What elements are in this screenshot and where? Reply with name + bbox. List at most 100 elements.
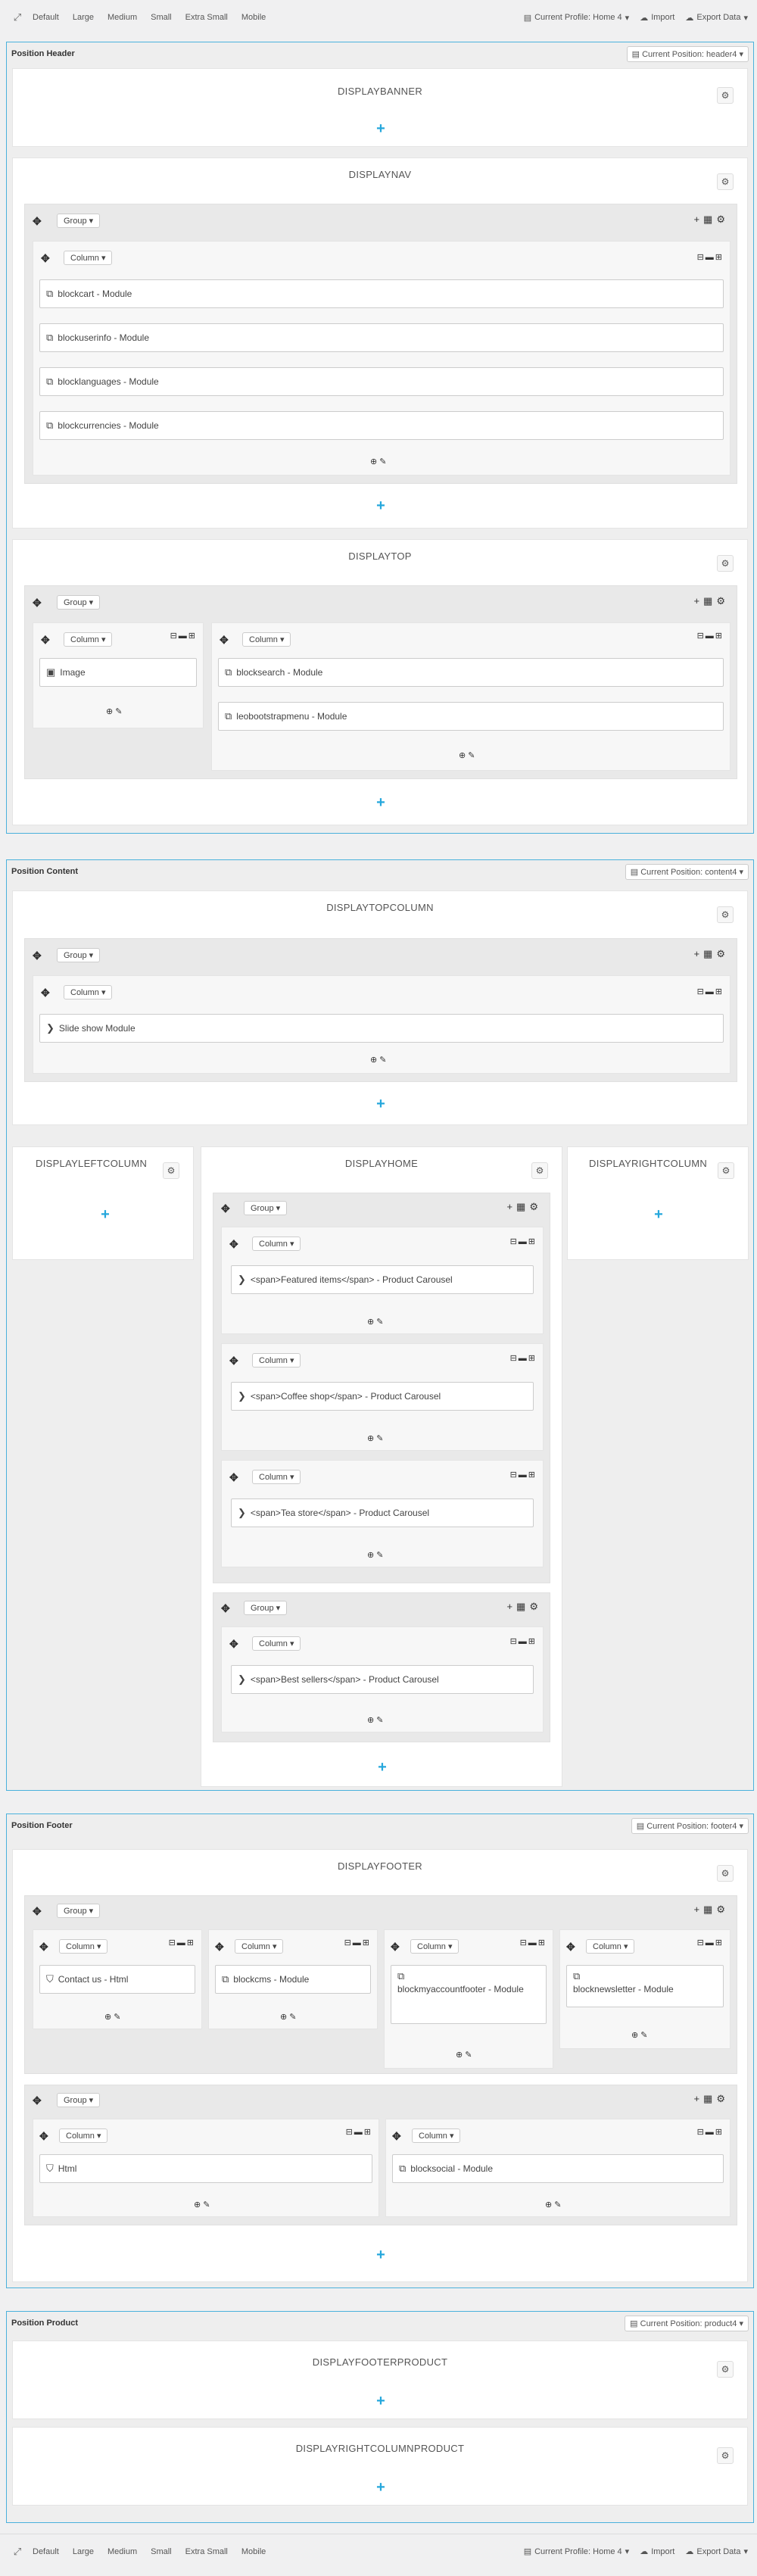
move-icon[interactable]: ✥ — [229, 1471, 238, 1484]
column-dropdown[interactable]: Column ▾ — [235, 1939, 284, 1954]
gear-icon[interactable]: ⚙ — [717, 2447, 734, 2464]
gear-icon[interactable]: ⚙ — [717, 87, 734, 104]
gear-icon[interactable]: ⚙ — [531, 1162, 548, 1179]
profile-dropdown[interactable]: ▤ Current Profile: Home 4 ▾ — [524, 13, 629, 23]
column-tools[interactable]: ⊟▬⊞ — [520, 1938, 547, 1948]
gear-icon[interactable]: ⚙ — [717, 1865, 734, 1882]
move-icon[interactable]: ✥ — [392, 2130, 401, 2143]
device-default-button[interactable]: Default — [26, 2534, 66, 2569]
add-group-icon[interactable]: + — [373, 2247, 388, 2264]
move-icon[interactable]: ✥ — [229, 1238, 238, 1251]
column-dropdown[interactable]: Column ▾ — [412, 2128, 461, 2143]
column-tools[interactable]: ⊟▬⊞ — [697, 1938, 724, 1948]
column-dropdown[interactable]: Column ▾ — [252, 1470, 301, 1484]
column-tools[interactable]: ⊟▬⊞ — [510, 1353, 537, 1363]
expand-icon[interactable]: ⤢ — [9, 2546, 26, 2558]
device-default-button[interactable]: Default — [26, 0, 66, 35]
column-tools[interactable]: ⊟▬⊞ — [346, 2127, 372, 2137]
module-item[interactable]: ❯ <span>Best sellers</span> - Product Car… — [231, 1665, 534, 1694]
group-tools[interactable]: +▦⚙ — [506, 1201, 542, 1213]
move-icon[interactable]: ✥ — [391, 1941, 400, 1954]
add-group-icon[interactable]: + — [373, 2393, 388, 2410]
column-add-edit-icons[interactable]: ⊕ ✎ — [367, 1433, 384, 1443]
position-select[interactable]: ▤ Current Position: footer4 ▾ — [631, 1817, 749, 1834]
module-item[interactable]: ⧉ blocknewsletter - Module — [566, 1965, 724, 2007]
module-item[interactable]: ⧉ leobootstrapmenu - Module — [218, 702, 724, 731]
export-dropdown[interactable]: ☁ Export Data ▾ — [685, 2546, 748, 2557]
gear-icon[interactable]: ⚙ — [717, 173, 734, 190]
move-icon[interactable]: ✥ — [33, 950, 42, 962]
column-dropdown[interactable]: Column ▾ — [410, 1939, 459, 1954]
device-large-button[interactable]: Large — [66, 2534, 101, 2569]
group-tools[interactable]: +▦⚙ — [693, 214, 729, 226]
move-icon[interactable]: ✥ — [39, 1941, 48, 1954]
move-icon[interactable]: ✥ — [229, 1355, 238, 1368]
add-group-icon[interactable]: + — [373, 497, 388, 515]
move-icon[interactable]: ✥ — [215, 1941, 224, 1954]
group-tools[interactable]: +▦⚙ — [693, 948, 729, 960]
device-small-button[interactable]: Small — [144, 2534, 179, 2569]
group-dropdown[interactable]: Group ▾ — [57, 595, 101, 610]
group-dropdown[interactable]: Group ▾ — [57, 2093, 101, 2107]
column-tools[interactable]: ⊟▬⊞ — [169, 1938, 195, 1948]
column-dropdown[interactable]: Column ▾ — [59, 2128, 108, 2143]
position-select[interactable]: ▤ Current Position: product4 ▾ — [625, 2315, 749, 2331]
module-item[interactable]: ▣ Image — [39, 658, 197, 687]
device-extra-small-button[interactable]: Extra Small — [179, 0, 235, 35]
column-tools[interactable]: ⊟▬⊞ — [697, 987, 724, 996]
column-tools[interactable]: ⊟▬⊞ — [697, 2127, 724, 2137]
module-item[interactable]: ⧉ blocksocial - Module — [392, 2154, 724, 2183]
column-tools[interactable]: ⊟▬⊞ — [510, 1636, 537, 1646]
module-item[interactable]: ⧉ blockcms - Module — [215, 1965, 371, 1994]
column-dropdown[interactable]: Column ▾ — [242, 632, 291, 647]
column-add-edit-icons[interactable]: ⊕ ✎ — [367, 1715, 384, 1725]
column-dropdown[interactable]: Column ▾ — [64, 985, 113, 1000]
column-tools[interactable]: ⊟▬⊞ — [510, 1237, 537, 1246]
add-group-icon[interactable]: + — [373, 1096, 388, 1113]
move-icon[interactable]: ✥ — [39, 2130, 48, 2143]
column-add-edit-icons[interactable]: ⊕ ✎ — [370, 457, 387, 466]
import-button[interactable]: ☁ Import — [640, 13, 674, 23]
column-add-edit-icons[interactable]: ⊕ ✎ — [631, 2030, 648, 2040]
gear-icon[interactable]: ⚙ — [717, 555, 734, 572]
module-item[interactable]: ❯ <span>Coffee shop</span> - Product Caro… — [231, 1382, 534, 1411]
module-item[interactable]: ⧉ blockuserinfo - Module — [39, 323, 724, 352]
move-icon[interactable]: ✥ — [41, 987, 50, 1000]
column-add-edit-icons[interactable]: ⊕ ✎ — [104, 2012, 121, 2022]
device-large-button[interactable]: Large — [66, 0, 101, 35]
group-dropdown[interactable]: Group ▾ — [57, 948, 101, 962]
add-group-icon[interactable]: + — [651, 1206, 666, 1224]
add-group-icon[interactable]: + — [375, 1759, 390, 1776]
column-add-edit-icons[interactable]: ⊕ ✎ — [194, 2200, 210, 2210]
column-dropdown[interactable]: Column ▾ — [252, 1237, 301, 1251]
device-medium-button[interactable]: Medium — [101, 2534, 144, 2569]
move-icon[interactable]: ✥ — [221, 1202, 230, 1215]
profile-dropdown[interactable]: ▤ Current Profile: Home 4 ▾ — [524, 2546, 629, 2557]
position-select[interactable]: ▤ Current Position: content4 ▾ — [625, 863, 749, 880]
move-icon[interactable]: ✥ — [33, 597, 42, 610]
module-item[interactable]: ❯ Slide show Module — [39, 1014, 724, 1043]
column-add-edit-icons[interactable]: ⊕ ✎ — [456, 2050, 472, 2060]
column-dropdown[interactable]: Column ▾ — [64, 632, 113, 647]
column-add-edit-icons[interactable]: ⊕ ✎ — [367, 1317, 384, 1327]
group-tools[interactable]: +▦⚙ — [506, 1601, 542, 1613]
module-item[interactable]: ⧉ blockcart - Module — [39, 279, 724, 308]
import-button[interactable]: ☁ Import — [640, 2546, 674, 2557]
move-icon[interactable]: ✥ — [33, 1905, 42, 1918]
column-tools[interactable]: ⊟▬⊞ — [510, 1470, 537, 1480]
group-dropdown[interactable]: Group ▾ — [244, 1201, 288, 1215]
device-mobile-button[interactable]: Mobile — [235, 2534, 273, 2569]
export-dropdown[interactable]: ☁ Export Data ▾ — [685, 13, 748, 23]
move-icon[interactable]: ✥ — [229, 1638, 238, 1651]
group-dropdown[interactable]: Group ▾ — [57, 1904, 101, 1918]
device-extra-small-button[interactable]: Extra Small — [179, 2534, 235, 2569]
gear-icon[interactable]: ⚙ — [718, 1162, 734, 1179]
module-item[interactable]: ⧉ blocklanguages - Module — [39, 367, 724, 396]
module-item[interactable]: ⛉ Html — [39, 2154, 372, 2183]
module-item[interactable]: ❯ <span>Featured items</span> - Product C… — [231, 1265, 534, 1294]
module-item[interactable]: ⛉ Contact us - Html — [39, 1965, 195, 1994]
device-medium-button[interactable]: Medium — [101, 0, 144, 35]
module-item[interactable]: ⧉ blockcurrencies - Module — [39, 411, 724, 440]
move-icon[interactable]: ✥ — [220, 634, 229, 647]
column-tools[interactable]: ⊟▬⊞ — [697, 252, 724, 262]
